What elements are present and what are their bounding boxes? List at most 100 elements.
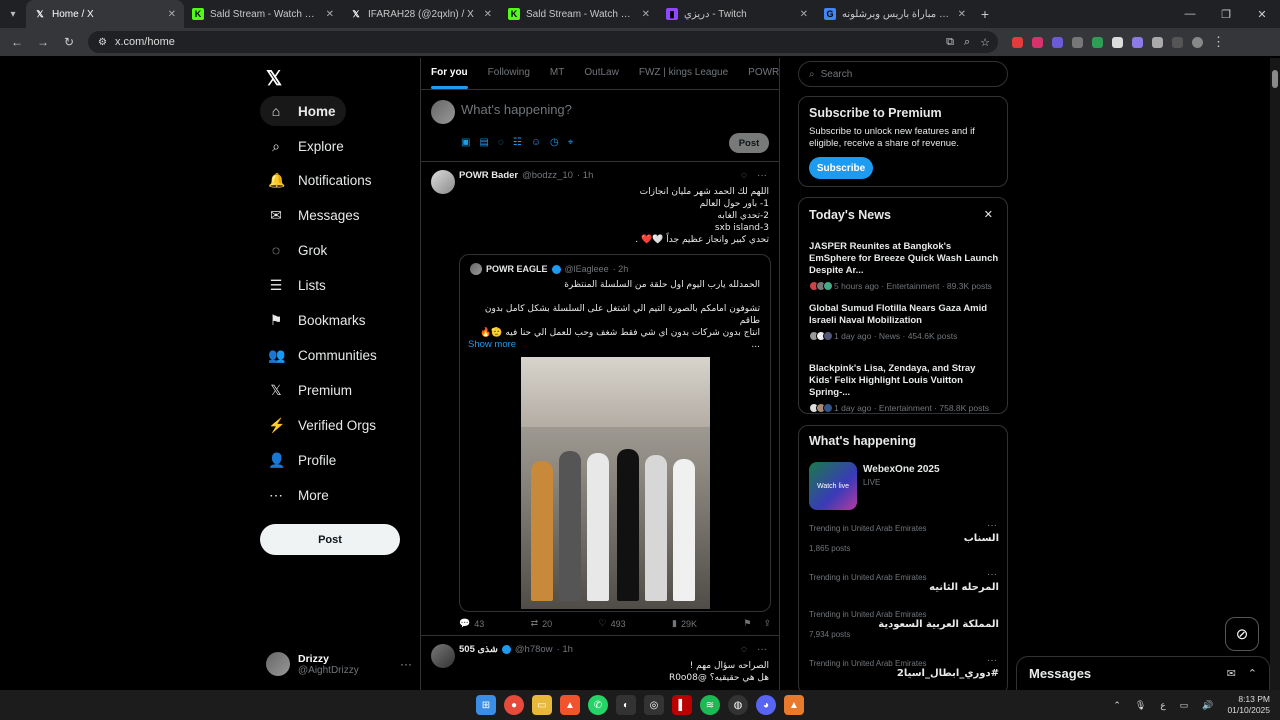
address-bar[interactable]: ⚙ x.com/home ⧉ ⌕ ☆ bbox=[88, 31, 998, 53]
minimize-icon[interactable]: — bbox=[1172, 0, 1208, 28]
reading-list-icon[interactable] bbox=[1172, 36, 1183, 48]
close-tab-icon[interactable]: ✕ bbox=[642, 9, 650, 20]
nav-item-home[interactable]: ⌂ Home bbox=[260, 96, 346, 126]
extension-icon[interactable] bbox=[1112, 36, 1123, 48]
forward-icon[interactable]: → bbox=[32, 31, 54, 53]
browser-menu-icon[interactable]: ⋮ bbox=[1212, 34, 1225, 50]
nav-item-bookmarks[interactable]: ⚑ Bookmarks bbox=[260, 305, 376, 335]
app-icon[interactable]: ◎ bbox=[644, 695, 664, 715]
grok-icon[interactable]: ◌ bbox=[741, 170, 747, 181]
browser-tab[interactable]: 𝕏 Home / X ✕ bbox=[26, 0, 184, 28]
browser-tab[interactable]: G مباراة باريس وبرشلونه - Search ✕ bbox=[816, 0, 974, 28]
scrollbar-thumb[interactable] bbox=[1272, 70, 1278, 88]
like-button[interactable]: ♡ 493 bbox=[599, 618, 626, 629]
network-icon[interactable]: ▭ bbox=[1180, 700, 1189, 711]
browser-tab[interactable]: K Sald Stream - Watch Live on Kic ✕ bbox=[184, 0, 342, 28]
microphone-icon[interactable]: 🎙 bbox=[1135, 700, 1146, 711]
nav-item-messages[interactable]: ✉ Messages bbox=[260, 200, 370, 230]
quoted-tweet[interactable]: POWR EAGLE @lEagleee · 2h الحمدلله يارب … bbox=[459, 254, 771, 612]
avatar[interactable] bbox=[431, 170, 455, 194]
nav-item-profile[interactable]: 👤 Profile bbox=[260, 445, 346, 475]
timeline-tab[interactable]: MT bbox=[540, 58, 574, 89]
more-icon[interactable]: ··· bbox=[987, 569, 997, 580]
tweet[interactable]: شذى 505 @h78ow · 1h ◌ ··· الصراحه سؤال م… bbox=[421, 636, 779, 690]
compose-input[interactable]: What's happening? bbox=[461, 102, 572, 117]
tray-overflow-icon[interactable]: ⌃ bbox=[1113, 700, 1121, 711]
tab-search-button[interactable]: ▾ bbox=[0, 3, 26, 25]
tweet-photo[interactable] bbox=[521, 357, 710, 609]
trend-item[interactable]: Trending in United Arab Emirates المملكة… bbox=[809, 610, 999, 639]
browser-tab[interactable]: 𝕏 IFARAH28 (@2qxln) / X ✕ bbox=[342, 0, 500, 28]
emoji-icon[interactable]: ☺ bbox=[531, 137, 541, 148]
close-window-icon[interactable]: ✕ bbox=[1244, 0, 1280, 28]
extension-icon[interactable] bbox=[1132, 36, 1143, 48]
extension-icon[interactable] bbox=[1052, 36, 1063, 48]
expand-icon[interactable]: ⌃ bbox=[1248, 667, 1257, 680]
discord-icon[interactable]: ◕ bbox=[756, 695, 776, 715]
timeline-tab[interactable]: POWR | بور bbox=[738, 58, 779, 89]
app-icon[interactable]: ▲ bbox=[784, 695, 804, 715]
messages-drawer[interactable]: Messages ✉ ⌃ bbox=[1016, 656, 1270, 690]
language-indicator[interactable]: ع bbox=[1160, 700, 1165, 711]
news-item[interactable]: JASPER Reunites at Bangkok's EmSphere fo… bbox=[809, 241, 999, 291]
image-icon[interactable]: ▣ bbox=[461, 137, 470, 148]
start-icon[interactable]: ⊞ bbox=[476, 695, 496, 715]
extension-icon[interactable] bbox=[1072, 36, 1083, 48]
grok-icon[interactable]: ◌ bbox=[741, 644, 747, 655]
quote-author-name[interactable]: POWR EAGLE bbox=[486, 264, 548, 274]
tweet-author-handle[interactable]: @bodzz_10 bbox=[522, 170, 573, 181]
timeline-tab[interactable]: For you bbox=[421, 58, 478, 89]
trend-item[interactable]: Trending in United Arab Emirates ··· #دو… bbox=[809, 655, 999, 679]
capcut-icon[interactable]: ◐ bbox=[616, 695, 636, 715]
news-item[interactable]: Global Sumud Flotilla Nears Gaza Amid Is… bbox=[809, 303, 999, 341]
repost-button[interactable]: ⇄ 20 bbox=[531, 618, 553, 629]
reply-button[interactable]: 💬 43 bbox=[459, 618, 484, 629]
timeline-tab[interactable]: FWZ | kings League bbox=[629, 58, 738, 89]
grok-fab-icon[interactable]: ⊘ bbox=[1225, 617, 1259, 651]
avatar[interactable] bbox=[431, 644, 455, 668]
timeline-tab[interactable]: OutLaw bbox=[574, 58, 628, 89]
close-tab-icon[interactable]: ✕ bbox=[326, 9, 334, 20]
extension-icon[interactable] bbox=[1032, 36, 1043, 48]
poll-icon[interactable]: ☷ bbox=[513, 137, 522, 148]
x-logo-icon[interactable]: 𝕏 bbox=[266, 66, 282, 91]
compose-post-button[interactable]: Post bbox=[729, 133, 769, 153]
reload-icon[interactable]: ↻ bbox=[58, 31, 80, 53]
grok-icon[interactable]: ◌ bbox=[498, 137, 504, 148]
more-icon[interactable]: ··· bbox=[987, 520, 997, 531]
site-info-icon[interactable]: ⚙ bbox=[98, 37, 107, 48]
close-tab-icon[interactable]: ✕ bbox=[484, 9, 492, 20]
share-icon[interactable]: ⇪ bbox=[763, 618, 771, 629]
file-explorer-icon[interactable]: ▭ bbox=[532, 695, 552, 715]
nav-item-notifications[interactable]: 🔔 Notifications bbox=[260, 165, 382, 195]
nav-item-explore[interactable]: ⌕ Explore bbox=[260, 131, 354, 161]
tweet-author-name[interactable]: شذى 505 bbox=[459, 644, 498, 655]
chrome-icon[interactable]: ● bbox=[504, 695, 524, 715]
profile-avatar-icon[interactable] bbox=[1192, 36, 1203, 48]
new-message-icon[interactable]: ✉ bbox=[1227, 667, 1236, 680]
more-icon[interactable]: ··· bbox=[757, 170, 767, 181]
event-thumbnail[interactable]: Watch live bbox=[809, 462, 857, 510]
whatsapp-icon[interactable]: ✆ bbox=[588, 695, 608, 715]
show-more-link[interactable]: Show more bbox=[468, 339, 516, 350]
news-item[interactable]: Blackpink's Lisa, Zendaya, and Stray Kid… bbox=[809, 363, 999, 413]
search-input[interactable]: ⌕ Search bbox=[798, 61, 1008, 87]
install-app-icon[interactable]: ⧉ bbox=[946, 36, 954, 49]
trend-item[interactable]: Trending in United Arab Emirates ··· الس… bbox=[809, 520, 999, 553]
post-button[interactable]: Post bbox=[260, 524, 400, 555]
extension-icon[interactable] bbox=[1092, 36, 1103, 48]
tweet-author-handle[interactable]: @h78ow bbox=[515, 644, 553, 655]
browser-tab[interactable]: K Sald Stream - Watch Live on Kic ✕ bbox=[500, 0, 658, 28]
nav-item-grok[interactable]: ◌ Grok bbox=[260, 235, 337, 265]
nav-item-verified-orgs[interactable]: ⚡ Verified Orgs bbox=[260, 410, 386, 440]
close-tab-icon[interactable]: ✕ bbox=[958, 9, 966, 20]
subscribe-button[interactable]: Subscribe bbox=[809, 157, 873, 179]
event-name[interactable]: WebexOne 2025 bbox=[863, 464, 940, 475]
clock[interactable]: 8:13 PM 01/10/2025 bbox=[1227, 694, 1270, 716]
more-icon[interactable]: ··· bbox=[987, 655, 997, 666]
timeline-tab[interactable]: Following bbox=[478, 58, 540, 89]
more-icon[interactable]: ··· bbox=[400, 657, 412, 671]
volume-icon[interactable]: 🔊 bbox=[1202, 700, 1213, 711]
nav-item-lists[interactable]: ☰ Lists bbox=[260, 270, 336, 300]
quote-author-handle[interactable]: @lEagleee bbox=[565, 264, 609, 274]
